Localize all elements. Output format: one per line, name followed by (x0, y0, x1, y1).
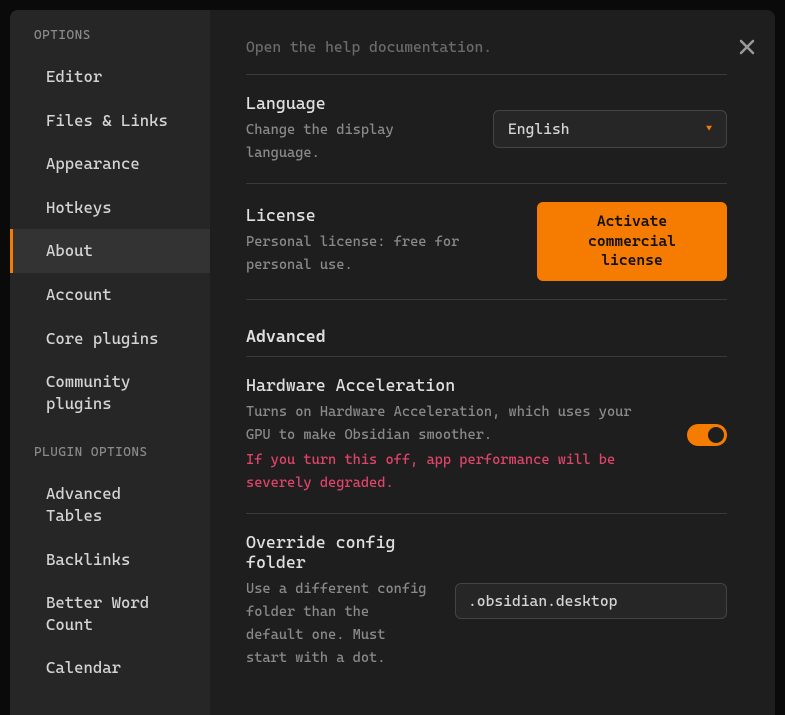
sidebar-item-calendar[interactable]: Calendar (10, 646, 210, 690)
license-desc: Personal license: free for personal use. (246, 231, 513, 277)
close-button[interactable] (739, 38, 759, 58)
setting-override-config: Override config folder Use a different c… (246, 514, 727, 688)
plugin-options-header: PLUGIN OPTIONS (10, 445, 210, 472)
license-title: License (246, 205, 513, 225)
sidebar-item-about[interactable]: About (10, 229, 210, 273)
help-desc-partial: Open the help documentation. (246, 38, 727, 75)
sidebar-item-appearance[interactable]: Appearance (10, 142, 210, 186)
chevron-down-icon: ▼ (706, 124, 712, 135)
options-header: OPTIONS (10, 28, 210, 55)
language-desc: Change the display language. (246, 119, 469, 165)
settings-content: Open the help documentation. Language Ch… (210, 10, 775, 715)
sidebar-item-files-links[interactable]: Files & Links (10, 99, 210, 143)
settings-modal: OPTIONS Editor Files & Links Appearance … (10, 10, 775, 715)
close-icon (739, 39, 755, 55)
language-select[interactable]: English ▼ (493, 110, 727, 148)
setting-language: Language Change the display language. En… (246, 75, 727, 184)
hw-accel-title: Hardware Acceleration (246, 375, 663, 395)
sidebar-item-core-plugins[interactable]: Core plugins (10, 317, 210, 361)
override-config-desc: Use a different config folder than the d… (246, 578, 431, 670)
override-config-input[interactable] (455, 583, 727, 619)
sidebar-item-advanced-tables[interactable]: Advanced Tables (10, 472, 210, 537)
language-title: Language (246, 93, 469, 113)
hw-accel-warning: If you turn this off, app performance wi… (246, 449, 663, 495)
setting-hardware-acceleration: Hardware Acceleration Turns on Hardware … (246, 357, 727, 514)
sidebar-item-better-word-count[interactable]: Better Word Count (10, 581, 210, 646)
sidebar-item-backlinks[interactable]: Backlinks (10, 538, 210, 582)
sidebar-item-hotkeys[interactable]: Hotkeys (10, 186, 210, 230)
setting-license: License Personal license: free for perso… (246, 184, 727, 300)
hw-accel-desc: Turns on Hardware Acceleration, which us… (246, 401, 663, 447)
hw-accel-toggle[interactable] (687, 424, 727, 446)
settings-sidebar: OPTIONS Editor Files & Links Appearance … (10, 10, 210, 715)
override-config-title: Override config folder (246, 532, 431, 572)
sidebar-item-community-plugins[interactable]: Community plugins (10, 360, 210, 425)
language-value: English (508, 120, 570, 138)
activate-license-button[interactable]: Activate commercial license (537, 202, 727, 281)
sidebar-item-account[interactable]: Account (10, 273, 210, 317)
sidebar-item-editor[interactable]: Editor (10, 55, 210, 99)
advanced-heading: Advanced (246, 300, 727, 357)
